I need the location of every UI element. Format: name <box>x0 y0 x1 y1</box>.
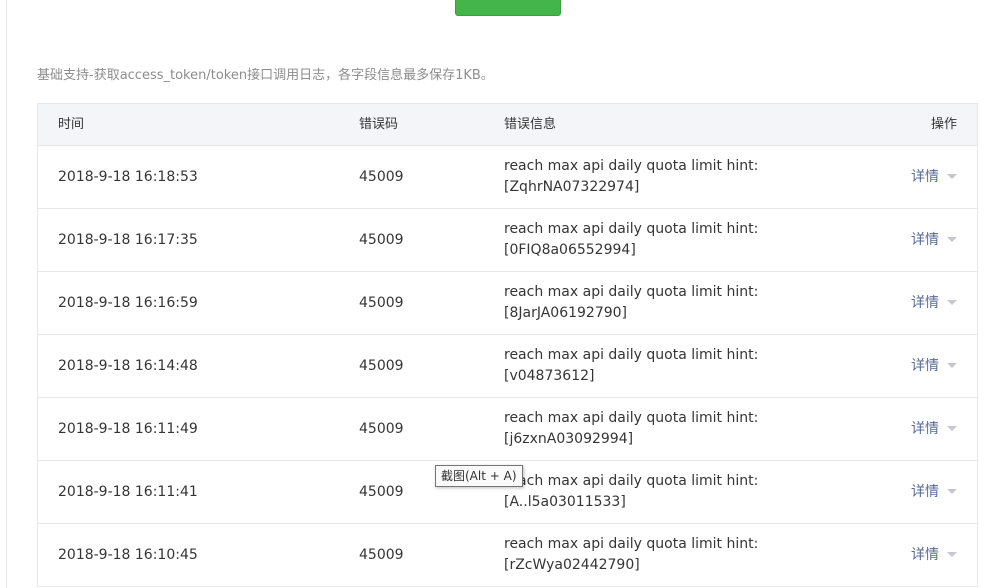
table-row: 2018-9-18 16:17:35 45009 reach max api d… <box>38 209 977 272</box>
row-error-message: reach max api daily quota limit hint: [0… <box>504 219 758 261</box>
row-action[interactable]: 详情 <box>911 272 957 334</box>
detail-link[interactable]: 详情 <box>911 232 939 248</box>
row-message-line2: [ZqhrNA07322974] <box>504 179 640 195</box>
chevron-down-icon[interactable] <box>947 173 957 179</box>
row-error-code: 45009 <box>359 232 404 248</box>
header-error-code: 错误码 <box>359 117 399 132</box>
row-time: 2018-9-18 16:10:45 <box>58 547 198 563</box>
chevron-down-icon[interactable] <box>947 362 957 368</box>
screenshot-tooltip: 截图(Alt + A) <box>435 465 523 487</box>
detail-link[interactable]: 详情 <box>911 421 939 437</box>
row-action[interactable]: 详情 <box>911 398 957 460</box>
row-time: 2018-9-18 16:16:59 <box>58 295 198 311</box>
row-action[interactable]: 详情 <box>911 335 957 397</box>
row-message-line2: [0FIQ8a06552994] <box>504 242 636 258</box>
header-error-message: 错误信息 <box>504 117 557 132</box>
row-error-code: 45009 <box>359 358 404 374</box>
row-error-code: 45009 <box>359 295 404 311</box>
row-error-message: reach max api daily quota limit hint: [v… <box>504 345 758 387</box>
row-message-line1: reach max api daily quota limit hint: <box>504 284 759 300</box>
row-time: 2018-9-18 16:14:48 <box>58 358 198 374</box>
row-message-line2: [A..l5a03011533] <box>504 494 626 510</box>
log-description: 基础支持-获取access_token/token接口调用日志，各字段信息最多保… <box>37 68 494 83</box>
row-time: 2018-9-18 16:18:53 <box>58 169 198 185</box>
log-table: 时间 错误码 错误信息 操作 2018-9-18 16:18:53 45009 … <box>37 103 978 587</box>
table-header: 时间 错误码 错误信息 操作 <box>38 104 977 146</box>
detail-link[interactable]: 详情 <box>911 484 939 500</box>
detail-link[interactable]: 详情 <box>911 295 939 311</box>
row-action[interactable]: 详情 <box>911 209 957 271</box>
row-message-line1: reach max api daily quota limit hint: <box>504 221 759 237</box>
table-row: 2018-9-18 16:14:48 45009 reach max api d… <box>38 335 977 398</box>
header-action: 操作 <box>930 117 957 132</box>
query-button[interactable]: 查询 <box>455 0 561 16</box>
table-row: 2018-9-18 16:18:53 45009 reach max api d… <box>38 146 977 209</box>
header-time: 时间 <box>58 117 85 132</box>
detail-link[interactable]: 详情 <box>911 547 939 563</box>
chevron-down-icon[interactable] <box>947 299 957 305</box>
row-error-message: reach max api daily quota limit hint: [8… <box>504 282 758 324</box>
row-time: 2018-9-18 16:17:35 <box>58 232 198 248</box>
query-button-label: 查询 <box>494 0 522 2</box>
row-time: 2018-9-18 16:11:49 <box>58 421 198 437</box>
row-action[interactable]: 详情 <box>911 524 957 586</box>
chevron-down-icon[interactable] <box>947 425 957 431</box>
detail-link[interactable]: 详情 <box>911 169 939 185</box>
row-error-code: 45009 <box>359 421 404 437</box>
table-row: 2018-9-18 16:16:59 45009 reach max api d… <box>38 272 977 335</box>
row-message-line1: reach max api daily quota limit hint: <box>504 536 759 552</box>
row-message-line2: [v04873612] <box>504 368 595 384</box>
row-error-message: reach max api daily quota limit hint: [Z… <box>504 156 758 198</box>
row-message-line2: [rZcWya02442790] <box>504 557 640 573</box>
row-message-line1: reach max api daily quota limit hint: <box>504 158 759 174</box>
row-action[interactable]: 详情 <box>911 146 957 208</box>
row-message-line2: [8JarJA06192790] <box>504 305 628 321</box>
row-error-message: reach max api daily quota limit hint: [r… <box>504 534 758 576</box>
row-message-line1: reach max api daily quota limit hint: <box>504 347 759 363</box>
row-error-code: 45009 <box>359 547 404 563</box>
chevron-down-icon[interactable] <box>947 488 957 494</box>
chevron-down-icon[interactable] <box>947 551 957 557</box>
row-message-line1: reach max api daily quota limit hint: <box>504 473 759 489</box>
row-action[interactable]: 详情 <box>911 461 957 523</box>
row-message-line1: reach max api daily quota limit hint: <box>504 410 759 426</box>
row-time: 2018-9-18 16:11:41 <box>58 484 198 500</box>
chevron-down-icon[interactable] <box>947 236 957 242</box>
table-row: 2018-9-18 16:11:49 45009 reach max api d… <box>38 398 977 461</box>
row-error-message: reach max api daily quota limit hint: [A… <box>504 471 758 513</box>
row-error-message: reach max api daily quota limit hint: [j… <box>504 408 758 450</box>
detail-link[interactable]: 详情 <box>911 358 939 374</box>
row-error-code: 45009 <box>359 169 404 185</box>
table-row: 2018-9-18 16:10:45 45009 reach max api d… <box>38 524 977 587</box>
row-message-line2: [j6zxnA03092994] <box>504 431 634 447</box>
page-left-border <box>6 0 7 588</box>
row-error-code: 45009 <box>359 484 404 500</box>
